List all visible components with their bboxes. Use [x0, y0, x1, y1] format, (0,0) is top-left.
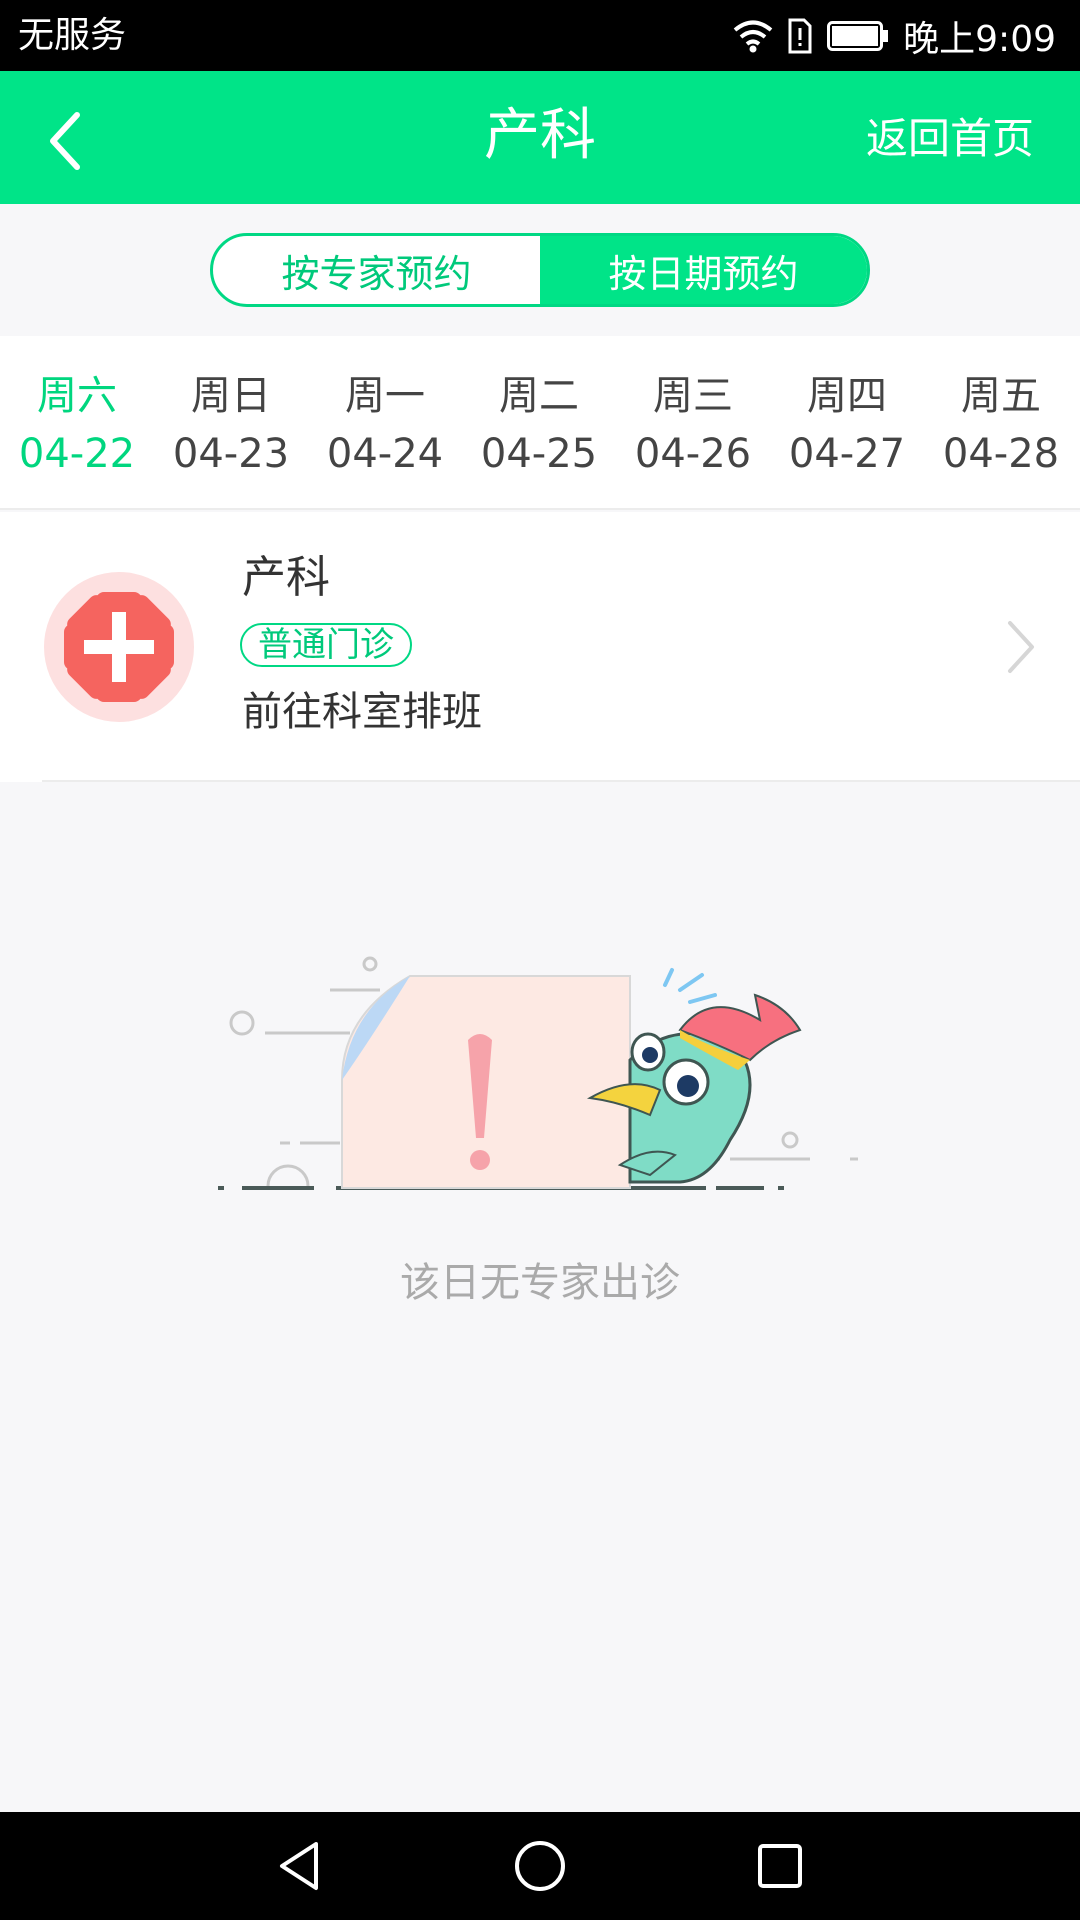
date-label: 04-24 — [326, 431, 444, 477]
date-label: 04-25 — [480, 431, 598, 477]
clinic-type-badge: 普通门诊 — [240, 623, 412, 667]
carrier-label: 无服务 — [18, 15, 127, 56]
nav-back-icon[interactable] — [270, 1836, 330, 1896]
bird-with-alert-icon — [218, 956, 858, 1190]
weekday-label: 周三 — [653, 373, 733, 419]
weekday-label: 周日 — [191, 373, 271, 419]
system-nav-bar — [0, 1812, 1080, 1920]
divider — [42, 780, 1080, 782]
date-label: 04-27 — [788, 431, 906, 477]
nav-recents-icon[interactable] — [750, 1836, 810, 1896]
tab-by-expert[interactable]: 按专家预约 — [213, 236, 540, 304]
weekday-label: 周一 — [345, 373, 425, 419]
sim-alert-icon — [787, 18, 813, 54]
app-header: 产科 返回首页 — [0, 71, 1080, 204]
department-list-item[interactable]: 产科 普通门诊 前往科室排班 — [0, 512, 1080, 782]
date-item[interactable]: 周二 04-25 — [462, 370, 616, 482]
date-item[interactable]: 周六 04-22 — [0, 370, 154, 482]
return-home-button[interactable]: 返回首页 — [866, 113, 1034, 165]
status-bar: 无服务 晚上9:09 — [0, 0, 1080, 71]
date-item[interactable]: 周四 04-27 — [770, 370, 924, 482]
date-label: 04-22 — [18, 431, 136, 477]
date-item[interactable]: 周五 04-28 — [924, 370, 1078, 482]
weekday-label: 周六 — [37, 373, 117, 419]
status-icons: 晚上9:09 — [733, 12, 1056, 60]
date-item[interactable]: 周日 04-23 — [154, 370, 308, 482]
weekday-label: 周二 — [499, 373, 579, 419]
date-label: 04-23 — [172, 431, 290, 477]
empty-state-message: 该日无专家出诊 — [400, 1260, 680, 1306]
date-label: 04-28 — [942, 431, 1060, 477]
chevron-right-icon — [1008, 621, 1034, 673]
clock-label: 晚上9:09 — [903, 19, 1056, 60]
date-item[interactable]: 周三 04-26 — [616, 370, 770, 482]
tab-by-date[interactable]: 按日期预约 — [540, 236, 867, 304]
battery-icon — [827, 21, 889, 51]
screen: 无服务 晚上9:09 产科 返回首页 按专家预约 按日期预约 周六 04-22 … — [0, 0, 1080, 1920]
date-selector: 周六 04-22 周日 04-23 周一 04-24 周二 04-25 周三 0… — [0, 336, 1080, 510]
date-item[interactable]: 周一 04-24 — [308, 370, 462, 482]
nav-home-icon[interactable] — [510, 1836, 570, 1896]
medical-cross-icon — [44, 572, 194, 722]
department-name: 产科 — [242, 552, 330, 603]
weekday-label: 周四 — [807, 373, 887, 419]
wifi-icon — [733, 19, 773, 53]
date-label: 04-26 — [634, 431, 752, 477]
department-schedule-link: 前往科室排班 — [242, 689, 482, 735]
booking-mode-area: 按专家预约 按日期预约 — [0, 204, 1080, 336]
weekday-label: 周五 — [961, 373, 1041, 419]
booking-mode-toggle: 按专家预约 按日期预约 — [210, 233, 870, 307]
